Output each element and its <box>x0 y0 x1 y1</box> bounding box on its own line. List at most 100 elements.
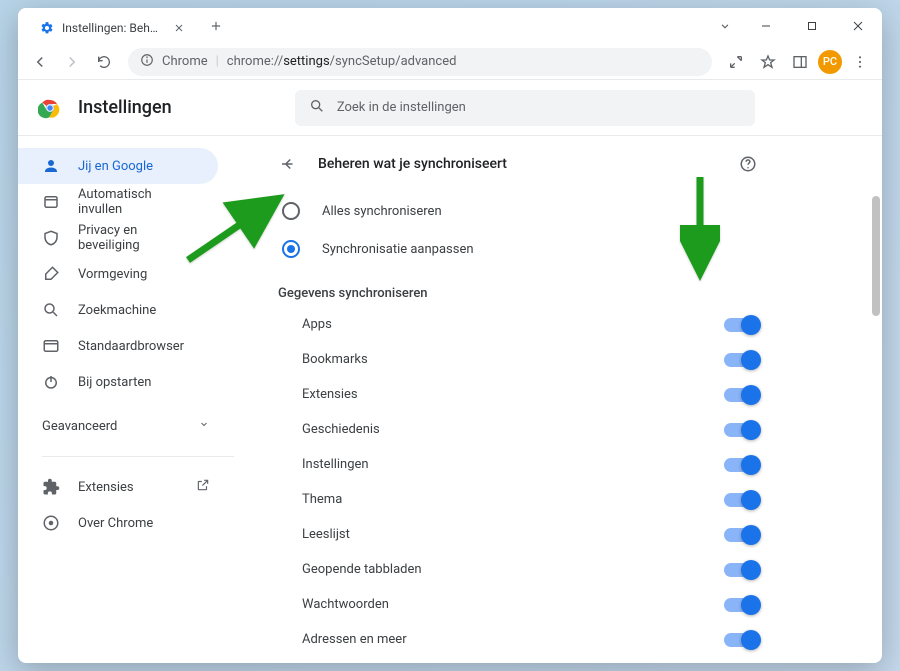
close-icon[interactable] <box>172 21 186 35</box>
toggle-label: Leeslijst <box>302 527 350 542</box>
toggle-switch[interactable] <box>724 458 758 472</box>
browser-icon <box>42 337 60 355</box>
sync-toggle-row: Wachtwoorden <box>278 587 758 622</box>
toggle-switch[interactable] <box>724 388 758 402</box>
address-hint: Chrome <box>162 54 208 69</box>
search-placeholder: Zoek in de instellingen <box>337 100 466 115</box>
avatar[interactable]: PC <box>818 50 842 74</box>
sidebar-item-label: Bij opstarten <box>78 375 151 390</box>
forward-button[interactable] <box>58 48 86 76</box>
window-controls <box>744 11 882 41</box>
sidebar-item-privacy[interactable]: Privacy en beveiliging <box>18 220 218 256</box>
sync-toggle-row: Thema <box>278 482 758 517</box>
back-arrow-button[interactable] <box>278 154 298 174</box>
toggle-label: Extensies <box>302 387 358 402</box>
maximize-button[interactable] <box>790 11 834 41</box>
sidebar-item-label: Privacy en beveiliging <box>78 223 198 253</box>
page-title: Instellingen <box>78 97 172 118</box>
sync-toggle-row: Instellingen <box>278 447 758 482</box>
tab-title: Instellingen: Beheren wat je syn… <box>62 21 164 35</box>
autofill-icon <box>42 193 60 211</box>
help-icon[interactable] <box>738 154 758 174</box>
settings-header: Instellingen Zoek in de instellingen <box>18 80 882 136</box>
toggle-label: Instellingen <box>302 457 369 472</box>
sync-toggle-row: Geopende tabbladen <box>278 552 758 587</box>
section-heading: Beheren wat je synchroniseert <box>318 156 718 172</box>
sync-toggle-row: Leeslijst <box>278 517 758 552</box>
toggle-label: Bookmarks <box>302 352 368 367</box>
toggle-label: Apps <box>302 317 332 332</box>
close-window-button[interactable] <box>836 11 880 41</box>
open-in-new-icon <box>196 478 210 496</box>
back-button[interactable] <box>26 48 54 76</box>
kebab-menu-icon[interactable] <box>846 48 874 76</box>
toggle-label: Wachtwoorden <box>302 597 389 612</box>
sync-toggle-row: Adressen en meer <box>278 622 758 657</box>
new-tab-button[interactable] <box>202 12 230 40</box>
bookmark-icon[interactable] <box>754 48 782 76</box>
address-bar[interactable]: Chrome | chrome://settings/syncSetup/adv… <box>128 48 712 76</box>
divider <box>42 456 234 457</box>
radio-sync-all[interactable]: Alles synchroniseren <box>278 192 758 230</box>
sidebar-item-label: Automatisch invullen <box>78 187 198 217</box>
share-icon[interactable] <box>722 48 750 76</box>
sidebar-item-you-and-google[interactable]: Jij en Google <box>18 148 218 184</box>
gear-icon <box>40 21 54 35</box>
minimize-button[interactable] <box>744 11 788 41</box>
radio-label: Synchronisatie aanpassen <box>322 242 474 257</box>
puzzle-icon <box>42 478 60 496</box>
radio-icon <box>282 240 300 258</box>
sidebar-advanced[interactable]: Geavanceerd <box>18 408 258 444</box>
titlebar: Instellingen: Beheren wat je syn… <box>18 8 882 44</box>
sync-toggle-row: Apps <box>278 307 758 342</box>
toggle-label: Thema <box>302 492 342 507</box>
site-info-icon[interactable] <box>140 53 154 71</box>
chrome-icon <box>42 514 60 532</box>
toggle-switch[interactable] <box>724 493 758 507</box>
toggle-switch[interactable] <box>724 633 758 647</box>
main-content: Beheren wat je synchroniseert Alles sync… <box>258 136 882 663</box>
toggle-switch[interactable] <box>724 353 758 367</box>
sidebar-item-extensions[interactable]: Extensies <box>18 469 258 505</box>
search-icon <box>309 98 325 118</box>
sidebar-item-appearance[interactable]: Vormgeving <box>18 256 218 292</box>
toggle-switch[interactable] <box>724 598 758 612</box>
radio-sync-custom[interactable]: Synchronisatie aanpassen <box>278 230 758 268</box>
toggle-switch[interactable] <box>724 528 758 542</box>
toggle-switch[interactable] <box>724 318 758 332</box>
shield-icon <box>42 229 60 247</box>
browser-tab[interactable]: Instellingen: Beheren wat je syn… <box>26 12 196 44</box>
paint-icon <box>42 265 60 283</box>
sync-toggle-row: Bookmarks <box>278 342 758 377</box>
extensions-label: Extensies <box>78 480 134 495</box>
radio-icon <box>282 202 300 220</box>
sidebar-item-label: Zoekmachine <box>78 303 156 318</box>
about-label: Over Chrome <box>78 516 153 531</box>
url-text: chrome://settings/syncSetup/advanced <box>227 54 457 69</box>
side-panel-icon[interactable] <box>786 48 814 76</box>
toggle-switch[interactable] <box>724 563 758 577</box>
chevron-down-icon[interactable] <box>710 11 740 41</box>
sync-toggle-row: Geschiedenis <box>278 412 758 447</box>
chevron-down-icon <box>198 418 210 434</box>
radio-label: Alles synchroniseren <box>322 204 442 219</box>
search-icon <box>42 301 60 319</box>
scrollbar[interactable] <box>872 196 880 316</box>
toolbar: Chrome | chrome://settings/syncSetup/adv… <box>18 44 882 80</box>
settings-search[interactable]: Zoek in de instellingen <box>295 90 755 126</box>
reload-button[interactable] <box>90 48 118 76</box>
sidebar-item-about[interactable]: Over Chrome <box>18 505 258 541</box>
person-icon <box>42 157 60 175</box>
toggle-label: Geschiedenis <box>302 422 380 437</box>
sidebar-item-search-engine[interactable]: Zoekmachine <box>18 292 218 328</box>
sync-toggle-row: Extensies <box>278 377 758 412</box>
sidebar-item-on-startup[interactable]: Bij opstarten <box>18 364 218 400</box>
sync-toggle-row: Betaalmethoden, aanbiedingen en adressen… <box>278 657 758 663</box>
sidebar-item-autofill[interactable]: Automatisch invullen <box>18 184 218 220</box>
toggle-label: Geopende tabbladen <box>302 562 422 577</box>
sidebar-item-default-browser[interactable]: Standaardbrowser <box>18 328 218 364</box>
advanced-label: Geavanceerd <box>42 419 117 434</box>
sidebar-item-label: Vormgeving <box>78 267 147 282</box>
sidebar: Jij en Google Automatisch invullen Priva… <box>18 136 258 663</box>
toggle-switch[interactable] <box>724 423 758 437</box>
